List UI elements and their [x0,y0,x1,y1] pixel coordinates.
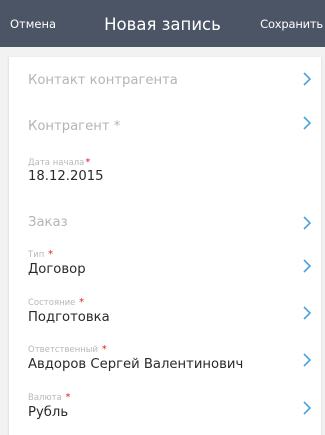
form-card: Контакт контрагента Контрагент * Дата на… [8,57,322,435]
type-label: Тип * [28,249,53,260]
chevron-right-icon [302,400,312,416]
contact-placeholder: Контакт контрагента [28,73,178,88]
contact-field[interactable]: Контакт контрагента [9,57,323,103]
state-value: Подготовка [28,310,110,325]
order-placeholder: Заказ [28,215,68,230]
chevron-right-icon [302,305,312,321]
order-field[interactable]: Заказ [9,197,323,243]
start-date-label: Дата начала* [28,157,91,168]
chevron-right-icon [302,115,312,131]
currency-field[interactable]: Валюта * Рубль [9,385,323,431]
responsible-field[interactable]: Ответственный * Авдоров Сергей Валентино… [9,337,323,385]
start-date-value: 18.12.2015 [28,169,104,184]
currency-label: Валюта * [28,392,71,403]
save-button[interactable]: Сохранить [260,17,325,31]
chevron-right-icon [302,215,312,231]
type-field[interactable]: Тип * Договор [9,243,323,291]
chevron-right-icon [302,71,312,87]
cancel-button[interactable]: Отмена [0,17,56,31]
start-date-field[interactable]: Дата начала* 18.12.2015 [9,149,323,197]
responsible-value: Авдоров Сергей Валентинович [28,357,244,372]
responsible-label: Ответственный * [28,344,107,355]
counterparty-field[interactable]: Контрагент * [9,103,323,149]
currency-value: Рубль [28,405,69,420]
counterparty-placeholder: Контрагент * [28,119,121,134]
form-background: Контакт контрагента Контрагент * Дата на… [0,47,325,435]
chevron-right-icon [302,258,312,274]
top-bar: Отмена Новая запись Сохранить [0,0,325,47]
state-field[interactable]: Состояние * Подготовка [9,291,323,337]
chevron-right-icon [302,352,312,368]
state-label: Состояние * [28,297,85,308]
type-value: Договор [28,262,86,277]
